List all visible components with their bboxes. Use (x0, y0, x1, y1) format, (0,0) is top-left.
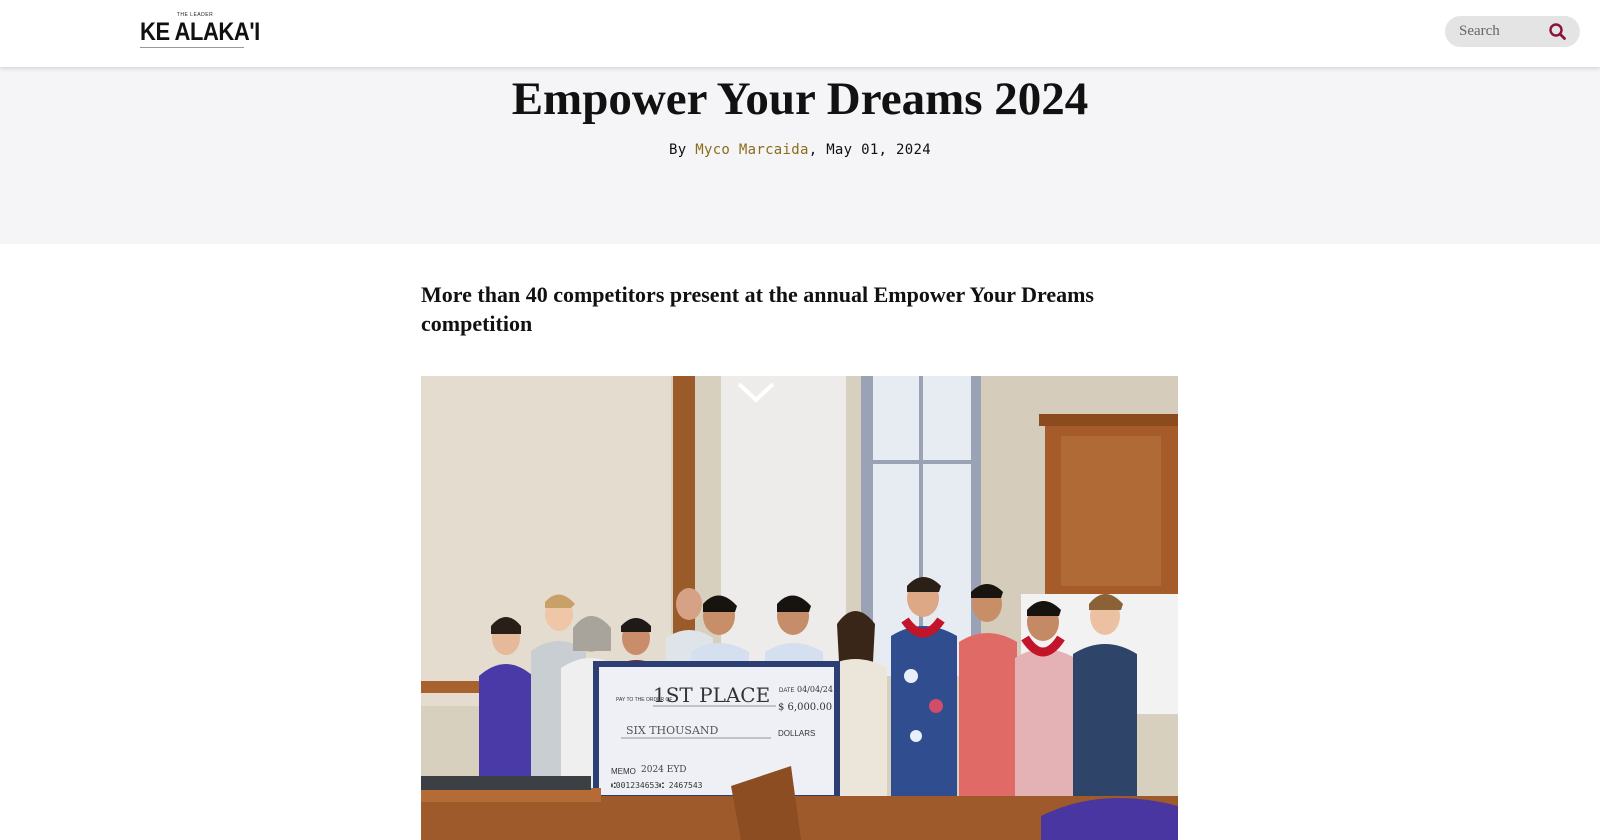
search-input[interactable] (1459, 20, 1539, 43)
check-date-label: DATE (779, 688, 795, 694)
ceremonial-check: PAY TO THE ORDER OF 1ST PLACE DATE 04/04… (593, 661, 840, 801)
search-button[interactable] (1545, 19, 1571, 45)
check-micr: ⑆001234653⑆ 2467543 (611, 781, 703, 790)
byline-separator: , (808, 142, 827, 158)
check-payee: 1ST PLACE (653, 683, 770, 707)
check-dollars-label: DOLLARS (778, 729, 815, 738)
check-date: 04/04/24 (797, 685, 833, 694)
publish-date: May 01, 2024 (826, 142, 931, 158)
article-title: Empower Your Dreams 2024 (511, 73, 1089, 125)
check-memo: 2024 EYD (641, 765, 687, 775)
author-link[interactable]: Myco Marcaida (695, 142, 808, 158)
site-logo[interactable]: THE LEADER KE ALAKA'I (140, 12, 260, 50)
byline-prefix: By (669, 142, 696, 158)
photo-illustration: PAY TO THE ORDER OF 1ST PLACE DATE 04/04… (421, 376, 1178, 840)
search-box (1445, 16, 1580, 47)
check-amount: $ 6,000.00 (778, 702, 832, 713)
site-header: THE LEADER KE ALAKA'I (0, 0, 1600, 67)
logo-underline (140, 47, 244, 48)
search-icon (1549, 23, 1566, 40)
check-amount-words: SIX THOUSAND (626, 724, 719, 737)
article-photo: PAY TO THE ORDER OF 1ST PLACE DATE 04/04… (421, 376, 1178, 840)
article-byline: By Myco Marcaida, May 01, 2024 (0, 140, 1600, 160)
check-memo-label: MEMO (611, 767, 636, 776)
logo-wordmark: KE ALAKA'I (140, 18, 260, 46)
article-subtitle: More than 40 competitors present at the … (421, 282, 1094, 336)
